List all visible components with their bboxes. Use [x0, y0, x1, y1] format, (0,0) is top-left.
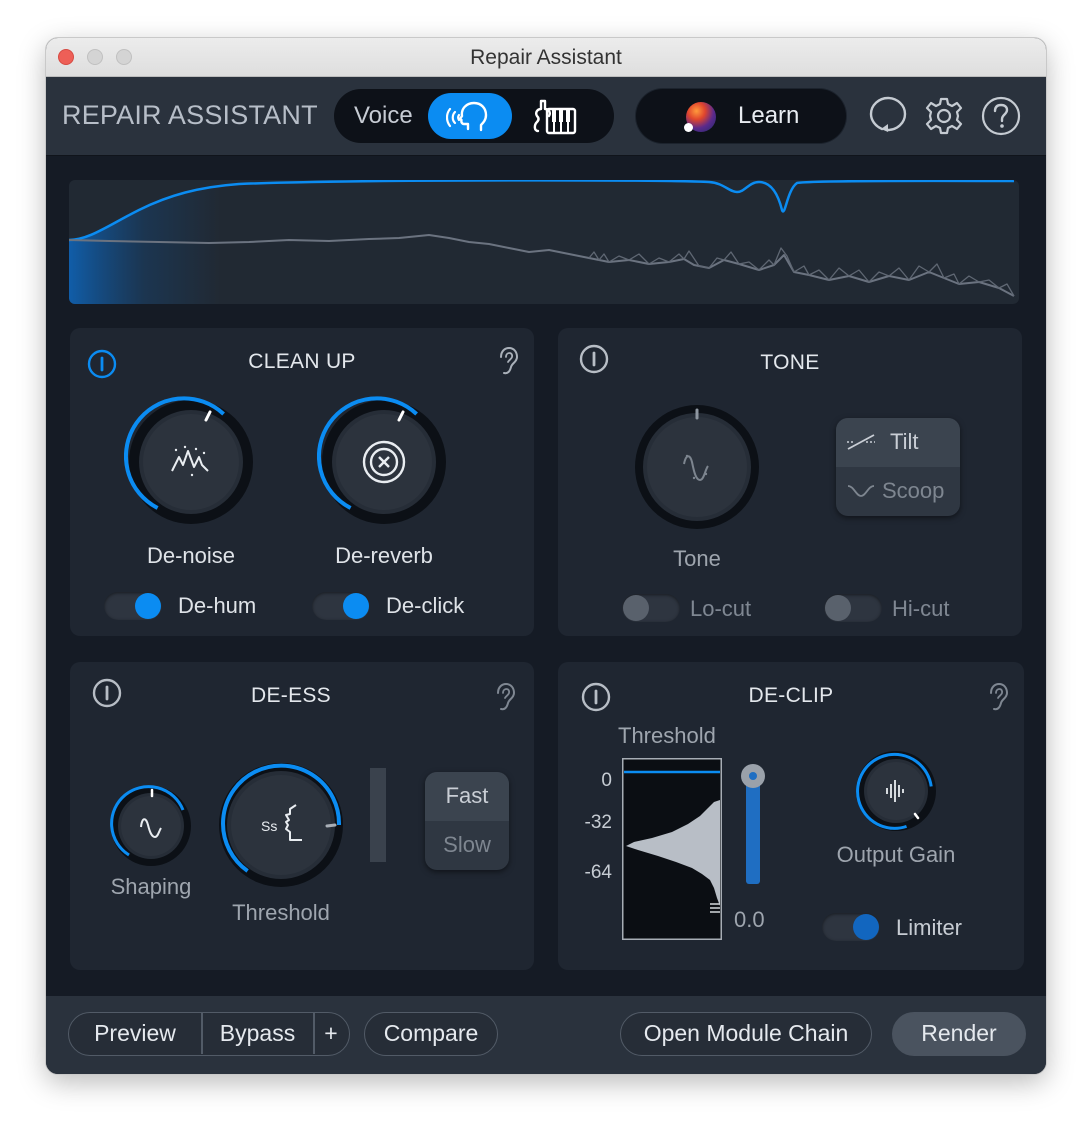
tone-panel: TONE Tone Tilt Scoop Lo-cut Hi-cut [558, 328, 1022, 636]
help-icon[interactable] [981, 96, 1021, 136]
output-gain-label: Output Gain [836, 842, 956, 867]
tone-mode-tilt[interactable]: Tilt [836, 418, 960, 467]
mode-selector: Voice [334, 89, 614, 143]
tone-mode-scoop-label: Scoop [882, 478, 945, 503]
spectrum-display [69, 180, 1019, 304]
compare-button[interactable]: Compare [364, 1012, 498, 1056]
cleanup-listen-ear-icon[interactable] [496, 346, 522, 376]
title-bar: Repair Assistant [46, 38, 1046, 77]
dehum-toggle[interactable] [104, 592, 162, 620]
voice-mode-button[interactable] [428, 93, 512, 139]
dehum-label: De-hum [178, 593, 257, 618]
deess-threshold-label: Threshold [232, 900, 330, 925]
learn-orb-dot [684, 123, 693, 132]
declip-panel: DE-CLIP Threshold 0 -32 -64 0.0 Output G… [558, 662, 1024, 970]
render-button[interactable]: Render [892, 1012, 1026, 1056]
cleanup-panel: CLEAN UP De-noise De-reverb De-hum De-cl… [70, 328, 534, 636]
denoise-knob[interactable] [124, 395, 258, 529]
hicut-label: Hi-cut [892, 596, 950, 621]
declip-axis-minus32: -32 [584, 812, 612, 833]
limiter-label: Limiter [896, 915, 963, 940]
learn-button[interactable]: Learn [636, 89, 846, 143]
locut-toggle-knob [623, 595, 649, 621]
open-module-chain-button[interactable]: Open Module Chain [620, 1012, 872, 1056]
deess-panel: DE-ESS Shaping Ss Threshold Fast Slow [70, 662, 534, 970]
limiter-toggle[interactable] [822, 913, 880, 941]
denoise-label: De-noise [146, 543, 236, 568]
deess-threshold-knob[interactable]: Ss [214, 758, 348, 892]
shaping-label: Shaping [110, 874, 192, 899]
declip-slider-value: 0.0 [734, 907, 765, 932]
declip-title: DE-CLIP [748, 684, 834, 707]
deess-speed-fast[interactable]: Fast [425, 772, 509, 821]
repair-assistant-window: Repair Assistant REPAIR ASSISTANT Voice [46, 38, 1046, 1074]
bypass-button[interactable]: Bypass [202, 1013, 313, 1054]
spectrum-graph [69, 180, 1015, 304]
declip-axis-minus64: -64 [584, 862, 612, 883]
deess-listen-ear-icon[interactable] [493, 682, 519, 712]
dehum-toggle-knob [135, 593, 161, 619]
tone-knob[interactable] [632, 402, 762, 532]
declick-toggle[interactable] [312, 592, 370, 620]
locut-label: Lo-cut [690, 596, 752, 621]
tone-title: TONE [760, 351, 820, 374]
declip-threshold-slider[interactable] [738, 762, 768, 886]
learn-label: Learn [738, 102, 800, 129]
deess-speed-selector: Fast Slow [425, 772, 509, 870]
gear-icon[interactable] [924, 96, 964, 136]
declip-listen-ear-icon[interactable] [986, 682, 1012, 712]
hicut-toggle-knob [825, 595, 851, 621]
dereverb-knob[interactable] [317, 395, 451, 529]
mode-label: Voice [354, 102, 413, 129]
scoop-icon [847, 485, 875, 497]
main-content: CLEAN UP De-noise De-reverb De-hum De-cl… [46, 156, 1046, 996]
cleanup-title: CLEAN UP [248, 350, 356, 373]
hicut-toggle[interactable] [824, 594, 882, 622]
limiter-toggle-knob [853, 914, 879, 940]
declip-histogram [622, 758, 722, 940]
declick-toggle-knob [343, 593, 369, 619]
tone-mode-scoop[interactable]: Scoop [836, 467, 960, 516]
tone-knob-label: Tone [673, 546, 721, 571]
add-bypass-button[interactable]: + [314, 1013, 348, 1054]
deess-gain-reduction-meter [370, 768, 386, 862]
app-header: REPAIR ASSISTANT Voice Learn [46, 77, 1046, 156]
voice-icon [446, 101, 488, 132]
tone-mode-tilt-label: Tilt [890, 429, 919, 454]
shaping-knob[interactable] [109, 784, 193, 868]
output-gain-knob[interactable] [855, 750, 937, 832]
preview-button[interactable]: Preview [69, 1013, 201, 1054]
deess-speed-slow[interactable]: Slow [425, 821, 509, 870]
tone-mode-selector: Tilt Scoop [836, 418, 960, 516]
svg-text:Ss: Ss [261, 818, 277, 834]
deess-title: DE-ESS [251, 684, 331, 707]
locut-toggle[interactable] [622, 594, 680, 622]
declip-axis-0: 0 [601, 770, 612, 791]
dereverb-label: De-reverb [335, 543, 433, 568]
preview-bypass-group: Preview Bypass + [68, 1012, 350, 1056]
declick-label: De-click [386, 593, 465, 618]
music-icon [533, 99, 577, 135]
tilt-icon [847, 434, 875, 450]
window-title: Repair Assistant [470, 46, 622, 69]
footer-bar: Preview Bypass + Compare Open Module Cha… [46, 996, 1046, 1074]
music-mode-button[interactable] [530, 93, 586, 139]
declip-threshold-label: Threshold [618, 723, 716, 748]
app-title: REPAIR ASSISTANT [62, 100, 318, 130]
undo-icon[interactable] [868, 96, 908, 136]
